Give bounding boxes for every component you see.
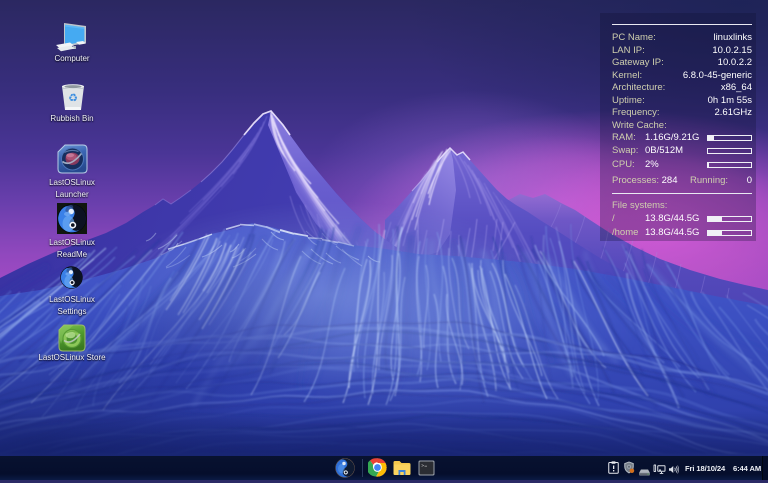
svg-text:>: > — [421, 463, 424, 469]
svg-text:♻: ♻ — [68, 93, 78, 105]
